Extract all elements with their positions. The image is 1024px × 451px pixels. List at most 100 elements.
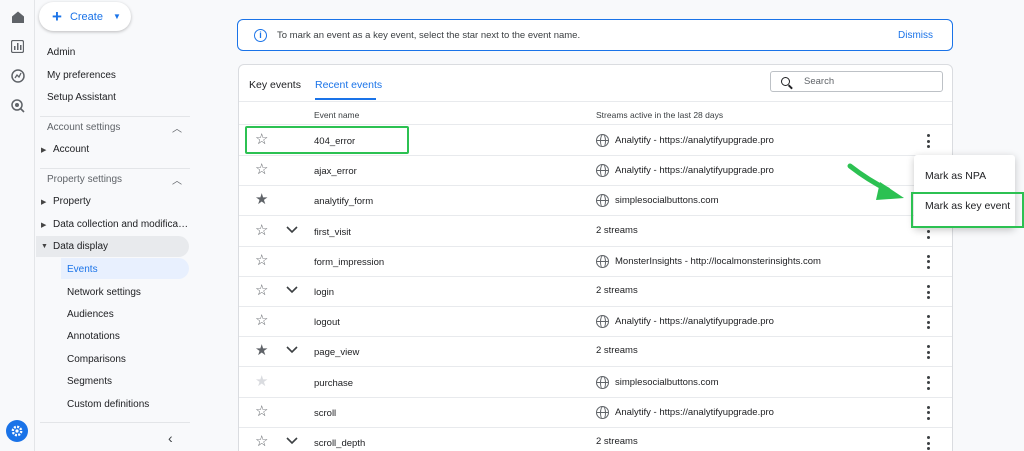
highlight-404-error <box>245 126 409 154</box>
stream-text: Analytify - https://analytifyupgrade.pro <box>615 165 774 177</box>
sub-item-network-settings[interactable]: Network settings <box>67 287 141 298</box>
active-tab-indicator <box>315 98 376 100</box>
sub-item-custom-definitions[interactable]: Custom definitions <box>67 399 149 410</box>
account-settings-label: Account settings <box>47 122 121 133</box>
event-name[interactable]: ajax_error <box>314 166 357 177</box>
account-settings-header[interactable]: Account settings ︿ <box>40 116 190 138</box>
expand-chevron-icon[interactable] <box>285 434 299 448</box>
table-row: ★ page_view 2 streams <box>239 337 952 368</box>
search-input[interactable]: Search <box>770 71 943 92</box>
table-row: ☆ scroll Analytify - https://analytifyupgr… <box>239 398 952 428</box>
table-row: ☆ logout Analytify - https://analytifyupgr… <box>239 307 952 338</box>
sub-item-audiences[interactable]: Audiences <box>67 309 114 320</box>
collapse-triangle-icon: ▼ <box>41 243 48 250</box>
event-name[interactable]: purchase <box>314 378 353 389</box>
banner-text: To mark an event as a key event, select … <box>277 29 581 41</box>
stream-cell: Analytify - https://analytifyupgrade.pro <box>596 315 774 329</box>
sub-item-comparisons[interactable]: Comparisons <box>67 354 126 365</box>
key-event-star-icon[interactable]: ☆ <box>255 222 268 239</box>
sub-item-events[interactable]: Events <box>67 264 98 275</box>
plus-icon: + <box>52 7 62 26</box>
more-options-icon[interactable] <box>927 436 931 450</box>
stream-text: Analytify - https://analytifyupgrade.pro <box>615 135 774 146</box>
property-settings-label: Property settings <box>47 174 123 185</box>
event-name[interactable]: login <box>314 287 334 298</box>
event-name[interactable]: scroll <box>314 408 336 419</box>
col-header-event-name[interactable]: Event name <box>314 110 359 120</box>
tree-item-data-collection[interactable]: ▶ Data collection and modifica… <box>41 219 188 230</box>
chevron-up-icon: ︿ <box>172 124 182 135</box>
table-row: ☆ first_visit 2 streams <box>239 217 952 247</box>
dismiss-button[interactable]: Dismiss <box>898 30 933 41</box>
admin-sidebar: + Create ▼ Admin My preferences Setup As… <box>36 0 196 451</box>
create-button[interactable]: + Create ▼ <box>39 2 131 31</box>
caret-down-icon: ▼ <box>112 12 121 21</box>
icon-rail <box>0 0 35 451</box>
event-name[interactable]: logout <box>314 317 340 328</box>
table-row: ★ purchase simplesocialbuttons.com <box>239 368 952 398</box>
more-options-icon[interactable] <box>927 405 931 420</box>
more-options-icon[interactable] <box>927 375 931 390</box>
explore-icon[interactable] <box>9 67 26 84</box>
key-event-star-icon[interactable]: ★ <box>255 343 268 359</box>
property-settings-header[interactable]: Property settings ︿ <box>40 168 190 190</box>
key-event-star-icon[interactable]: ☆ <box>255 283 268 299</box>
settings-gear-icon[interactable] <box>6 420 28 442</box>
info-icon: i <box>254 28 267 42</box>
stream-cell: Analytify - https://analytifyupgrade.pro <box>596 405 774 419</box>
expand-triangle-icon: ▶ <box>41 198 47 206</box>
key-event-star-icon[interactable]: ★ <box>255 192 268 208</box>
key-event-star-icon[interactable]: ☆ <box>255 403 268 420</box>
home-icon[interactable] <box>9 8 26 25</box>
reports-icon[interactable] <box>9 38 26 55</box>
highlight-mark-as-key-event <box>911 192 1024 228</box>
stream-text: Analytify - https://analytifyupgrade.pro <box>615 316 774 328</box>
tab-recent-events[interactable]: Recent events <box>315 79 382 91</box>
col-header-streams[interactable]: Streams active in the last 28 days <box>596 110 723 120</box>
more-options-icon[interactable] <box>927 285 931 299</box>
key-event-star-icon[interactable]: ☆ <box>255 252 268 269</box>
tab-key-events[interactable]: Key events <box>249 79 301 91</box>
expand-chevron-icon[interactable] <box>285 223 299 237</box>
more-options-icon[interactable] <box>927 134 931 148</box>
nav-setup-assistant[interactable]: Setup Assistant <box>47 92 116 103</box>
nav-admin[interactable]: Admin <box>47 47 75 58</box>
sub-item-segments[interactable]: Segments <box>67 376 112 387</box>
data-collection-label: Data collection and modifica… <box>53 219 189 230</box>
expand-chevron-icon[interactable] <box>285 283 299 297</box>
stream-cell: 2 streams <box>596 225 638 236</box>
tree-item-data-display[interactable]: ▼ Data display <box>41 241 108 252</box>
globe-icon <box>596 405 609 419</box>
more-options-icon[interactable] <box>927 315 931 330</box>
event-name[interactable]: first_visit <box>314 227 351 238</box>
collapse-sidebar-chevron-icon[interactable]: ‹ <box>168 430 173 446</box>
menu-mark-as-npa[interactable]: Mark as NPA <box>925 170 986 182</box>
stream-cell: simplesocialbuttons.com <box>596 375 719 389</box>
tree-item-account[interactable]: ▶ Account <box>41 144 89 155</box>
tree-item-property[interactable]: ▶ Property <box>41 196 91 207</box>
stream-cell: MonsterInsights - http://localmonsterins… <box>596 254 821 268</box>
search-icon <box>781 77 790 86</box>
event-name[interactable]: page_view <box>314 347 359 358</box>
globe-icon <box>596 134 609 147</box>
event-name[interactable]: form_impression <box>314 257 384 268</box>
key-event-star-icon[interactable]: ☆ <box>255 434 268 450</box>
more-options-icon[interactable] <box>927 345 931 360</box>
expand-chevron-icon[interactable] <box>285 343 299 357</box>
more-options-icon[interactable] <box>927 254 931 269</box>
key-event-star-icon[interactable]: ★ <box>255 373 268 390</box>
event-name[interactable]: scroll_depth <box>314 438 365 449</box>
key-event-star-icon[interactable]: ☆ <box>255 162 268 178</box>
event-name[interactable]: analytify_form <box>314 196 373 207</box>
globe-icon <box>596 315 609 329</box>
green-arrow-icon <box>847 163 904 200</box>
events-card: Key events Recent events Search Event na… <box>238 64 953 451</box>
globe-icon <box>596 194 609 208</box>
stream-cell: Analytify - https://analytifyupgrade.pro <box>596 134 774 147</box>
key-event-star-icon[interactable]: ☆ <box>255 313 268 329</box>
advertising-icon[interactable] <box>9 97 26 114</box>
table-header: Event name Streams active in the last 28… <box>239 101 952 125</box>
table-row: ☆ form_impression MonsterInsights - http:/… <box>239 247 952 277</box>
nav-my-preferences[interactable]: My preferences <box>47 70 116 81</box>
sub-item-annotations[interactable]: Annotations <box>67 331 120 342</box>
